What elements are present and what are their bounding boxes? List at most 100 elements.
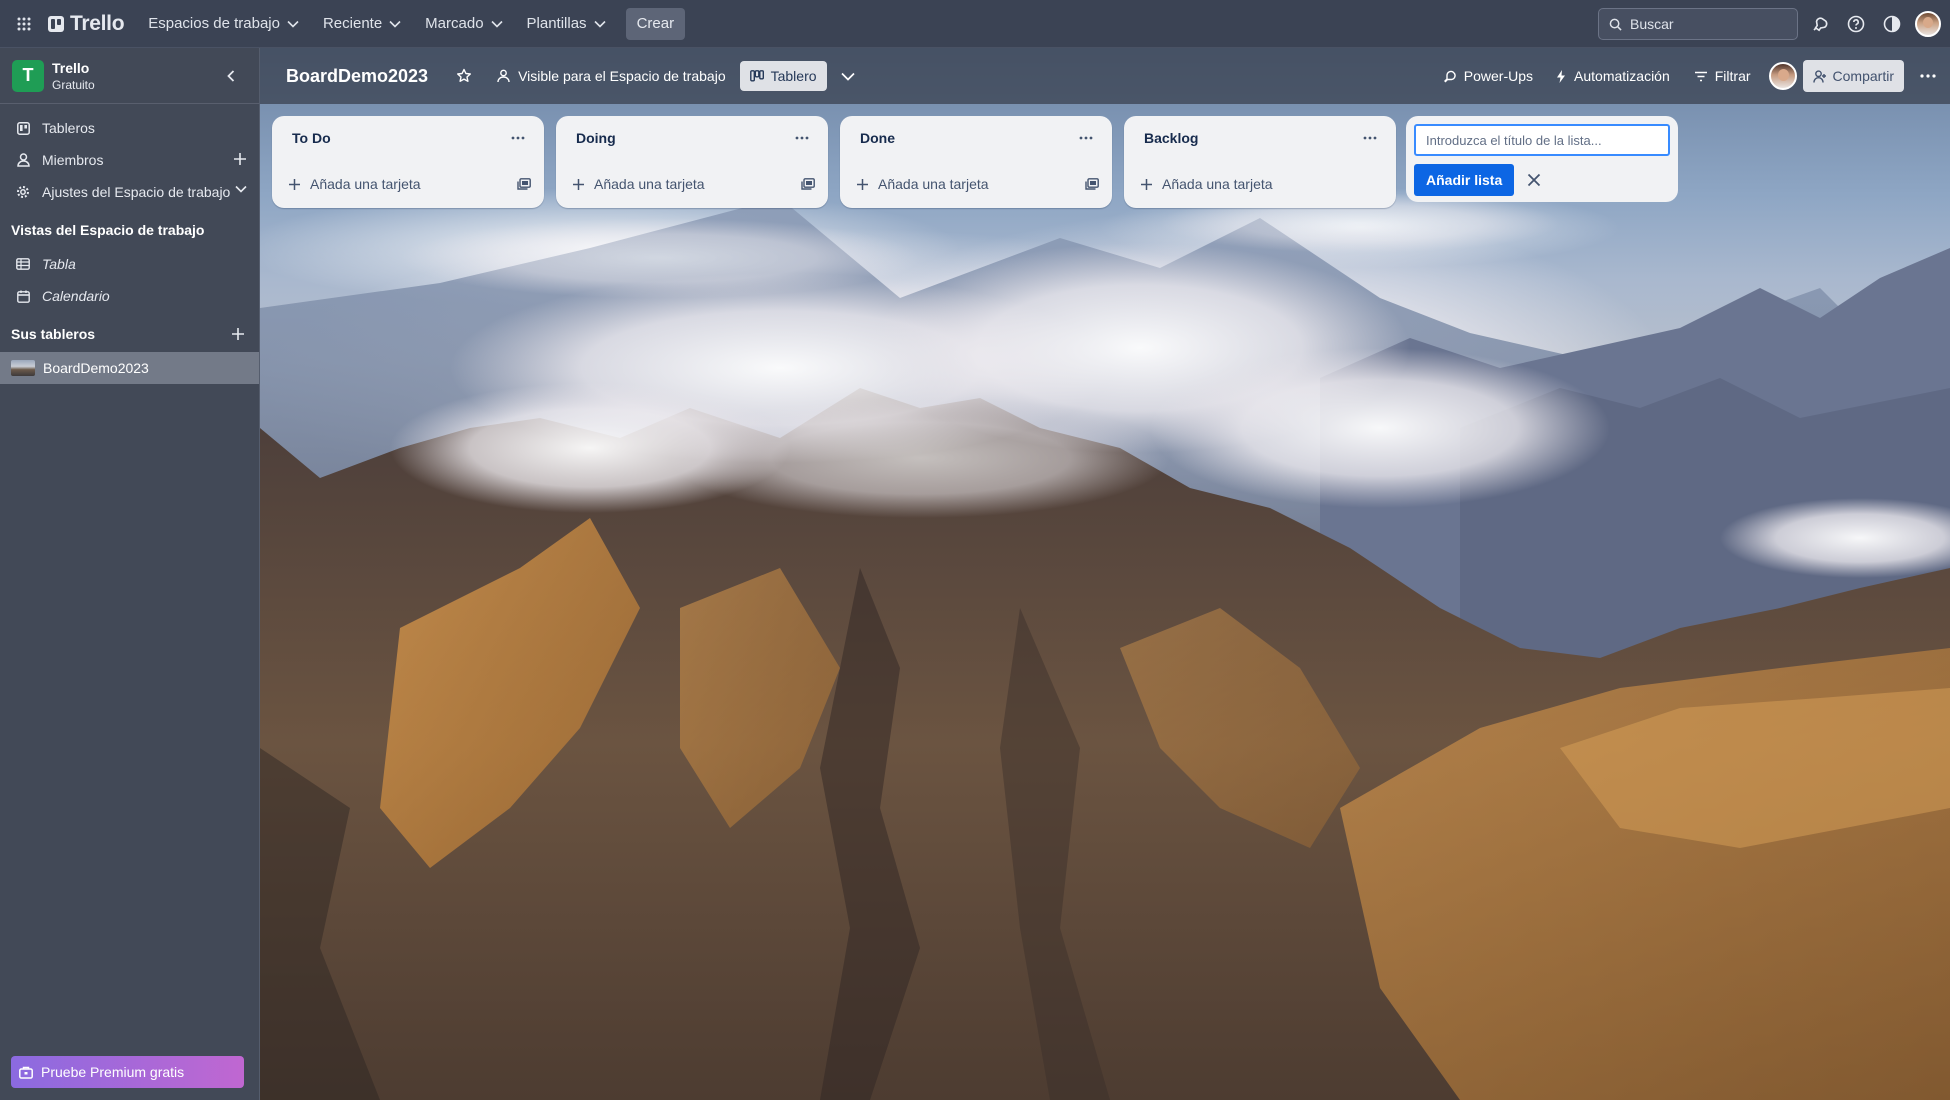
list-actions-button[interactable]: [1356, 126, 1384, 150]
sidebar-view-table[interactable]: Tabla: [0, 248, 259, 280]
theme-contrast-icon[interactable]: [1874, 6, 1910, 42]
gear-icon: [16, 185, 30, 199]
add-person-icon: [1812, 69, 1826, 83]
briefcase-icon: [19, 1066, 33, 1079]
filter-icon: [1694, 71, 1707, 81]
search-input[interactable]: Buscar: [1598, 8, 1798, 40]
add-list-button[interactable]: Añadir lista: [1414, 164, 1515, 196]
chevron-down-icon[interactable]: [235, 185, 247, 193]
try-premium-button[interactable]: Pruebe Premium gratis: [11, 1056, 244, 1088]
trello-logo-text: Trello: [70, 11, 125, 35]
sidebar-item-members[interactable]: Miembros: [0, 144, 259, 176]
add-card-label: Añada una tarjeta: [878, 176, 989, 192]
automation-button[interactable]: Automatización: [1547, 60, 1678, 92]
switch-view-button[interactable]: [833, 60, 863, 92]
power-ups-label: Power-Ups: [1463, 68, 1534, 84]
list-title[interactable]: Doing: [576, 130, 616, 146]
list-actions-button[interactable]: [788, 126, 816, 150]
menu-starred[interactable]: Marcado: [415, 8, 512, 40]
filter-button[interactable]: Filtrar: [1686, 60, 1759, 92]
workspace-views-heading: Vistas del Espacio de trabajo: [0, 212, 259, 248]
sidebar-item-workspace-settings[interactable]: Ajustes del Espacio de trabajo: [0, 176, 259, 208]
board-menu-button[interactable]: [1912, 60, 1944, 92]
list-done[interactable]: Done Añada una tarjeta: [840, 116, 1112, 208]
add-board-plus-icon[interactable]: [231, 327, 245, 341]
more-horizontal-icon: [795, 136, 809, 140]
collapse-sidebar-button[interactable]: [221, 66, 241, 86]
list-actions-button[interactable]: [1072, 126, 1100, 150]
chevron-down-icon: [490, 20, 503, 28]
workspace-name[interactable]: Trello: [52, 60, 95, 76]
more-horizontal-icon: [511, 136, 525, 140]
add-card-button[interactable]: Añada una tarjeta: [564, 168, 754, 200]
create-from-template-icon[interactable]: [1082, 174, 1102, 194]
account-avatar[interactable]: [1910, 6, 1946, 42]
trello-logo-icon: [48, 15, 64, 32]
share-label: Compartir: [1832, 68, 1894, 84]
board-view-icon: [749, 70, 764, 82]
add-card-button[interactable]: Añada una tarjeta: [1132, 168, 1322, 200]
board-header: BoardDemo2023 Visible para el Espacio de…: [260, 48, 1950, 104]
list-actions-button[interactable]: [504, 126, 532, 150]
menu-recent[interactable]: Reciente: [313, 8, 411, 40]
add-card-button[interactable]: Añada una tarjeta: [280, 168, 470, 200]
star-icon: [457, 68, 472, 82]
power-ups-button[interactable]: Power-Ups: [1434, 60, 1541, 92]
add-member-plus-icon[interactable]: [233, 152, 247, 166]
sidebar-view-calendar[interactable]: Calendario: [0, 280, 259, 312]
workspace-avatar[interactable]: T: [12, 59, 44, 92]
notifications-bell-icon[interactable]: [1802, 6, 1838, 42]
sidebar-item-label: Tabla: [42, 256, 76, 272]
add-card-label: Añada una tarjeta: [594, 176, 705, 192]
sidebar-item-label: Tableros: [42, 120, 95, 136]
create-from-template-icon[interactable]: [798, 174, 818, 194]
more-horizontal-icon: [1920, 74, 1936, 78]
list-backlog[interactable]: Backlog Añada una tarjeta: [1124, 116, 1396, 208]
sidebar-board-label: BoardDemo2023: [43, 360, 149, 376]
sidebar-item-boards[interactable]: Tableros: [0, 112, 259, 144]
list-title[interactable]: To Do: [292, 130, 331, 146]
top-right-actions: [1802, 0, 1950, 48]
menu-workspaces[interactable]: Espacios de trabajo: [138, 8, 309, 40]
chevron-down-icon: [287, 20, 299, 28]
list-title[interactable]: Backlog: [1144, 130, 1198, 146]
board-member-avatar[interactable]: [1768, 62, 1797, 90]
share-button[interactable]: Compartir: [1802, 60, 1904, 92]
add-card-button[interactable]: Añada una tarjeta: [848, 168, 1038, 200]
list-doing[interactable]: Doing Añada una tarjeta: [556, 116, 828, 208]
lightning-icon: [1557, 69, 1566, 83]
chevron-down-icon: [840, 72, 855, 81]
create-from-template-icon[interactable]: [514, 174, 534, 194]
workspace-header: T Trello Gratuito: [0, 48, 259, 104]
list-title-input[interactable]: [1414, 124, 1670, 156]
close-icon[interactable]: [1522, 168, 1546, 192]
trello-logo[interactable]: Trello: [48, 11, 125, 36]
plus-icon: [573, 178, 584, 190]
avatar: [1915, 11, 1941, 37]
plus-icon: [289, 178, 300, 190]
plus-icon: [857, 178, 868, 190]
add-card-label: Añada una tarjeta: [310, 176, 421, 192]
chevron-down-icon: [389, 20, 401, 28]
sidebar-board-boarddemo2023[interactable]: BoardDemo2023: [0, 352, 259, 384]
board-title[interactable]: BoardDemo2023: [286, 66, 428, 87]
chevron-down-icon: [593, 20, 606, 28]
try-premium-label: Pruebe Premium gratis: [41, 1064, 185, 1080]
menu-workspaces-label: Espacios de trabajo: [148, 15, 280, 32]
list-title[interactable]: Done: [860, 130, 895, 146]
create-button[interactable]: Crear: [625, 7, 686, 40]
star-board-button[interactable]: [448, 60, 480, 92]
calendar-icon: [16, 290, 30, 303]
sidebar-item-label: Calendario: [42, 288, 110, 304]
rocket-icon: [1443, 70, 1456, 82]
chevron-left-icon: [227, 70, 235, 82]
app-switcher-icon[interactable]: [0, 0, 48, 48]
board-view-tab[interactable]: Tablero: [739, 61, 827, 91]
sidebar-item-label: Miembros: [42, 152, 104, 168]
your-boards-heading-text: Sus tableros: [11, 326, 96, 342]
list-to-do[interactable]: To Do Añada una tarjeta: [272, 116, 544, 208]
visibility-button[interactable]: Visible para el Espacio de trabajo: [488, 60, 734, 92]
menu-templates[interactable]: Plantillas: [517, 8, 616, 40]
plus-icon: [1141, 178, 1152, 190]
help-icon[interactable]: [1838, 6, 1874, 42]
